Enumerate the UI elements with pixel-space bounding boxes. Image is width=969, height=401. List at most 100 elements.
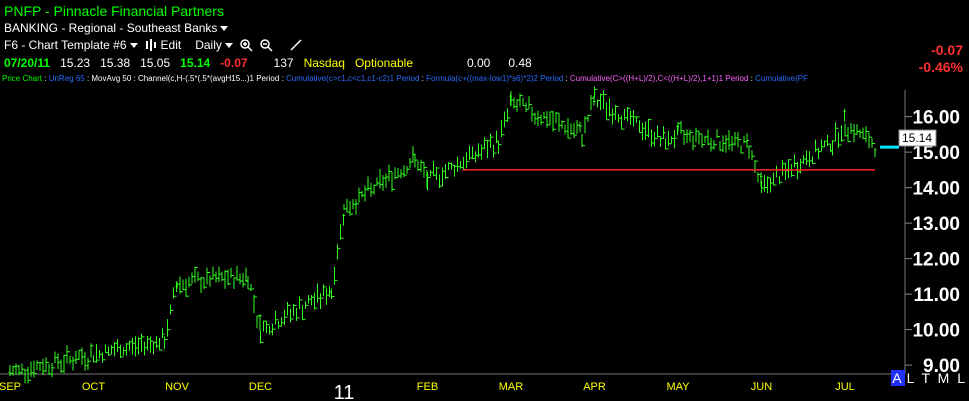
price-bar — [453, 164, 456, 177]
price-bar — [518, 93, 522, 107]
study-label[interactable]: Cumulative(PF — [755, 74, 808, 83]
price-bar — [790, 159, 793, 177]
timeframe-selector[interactable]: AL T M L — [891, 370, 967, 386]
price-bar — [249, 284, 253, 292]
price-bar — [659, 136, 662, 147]
price-bar — [593, 86, 596, 103]
price-bar — [811, 156, 814, 164]
quote-low: 15.05 — [140, 56, 171, 70]
price-bar — [545, 111, 549, 128]
price-bar — [238, 273, 242, 285]
price-bar — [605, 94, 608, 121]
zoom-out-icon[interactable] — [259, 38, 273, 52]
price-bar — [393, 167, 397, 190]
price-bar — [432, 160, 435, 177]
price-bar — [799, 158, 802, 174]
price-bar — [143, 336, 146, 356]
study-label[interactable]: Price Chart — [2, 74, 42, 83]
study-label[interactable]: UnReg 65 — [49, 74, 85, 83]
industry-selector[interactable]: BANKING - Regional - Southeast Banks — [4, 21, 229, 35]
price-bar — [533, 112, 537, 125]
price-bar — [759, 172, 763, 187]
quote-high: 15.38 — [100, 56, 131, 70]
period-selector[interactable]: Daily — [195, 38, 233, 52]
price-bar — [682, 130, 686, 145]
price-bar — [53, 351, 57, 369]
chevron-down-icon — [220, 26, 229, 32]
price-bar — [35, 360, 39, 375]
price-bar — [839, 125, 843, 146]
price-bar — [647, 118, 650, 138]
price-bar — [181, 279, 185, 293]
study-label[interactable]: Channel(c,H-(.5*(.5*(avgH15...)1 Period — [138, 74, 279, 83]
price-bar — [441, 167, 444, 187]
study-label[interactable]: MovAvg 50 — [91, 74, 131, 83]
y-axis: 16.0015.0014.0013.0012.0011.0010.009.00 — [905, 108, 960, 377]
price-bar — [638, 116, 641, 133]
price-bar — [175, 282, 179, 289]
price-bar — [113, 342, 116, 357]
price-bar — [399, 169, 403, 179]
price-bar — [703, 135, 707, 146]
price-bar — [214, 271, 218, 283]
price-bar — [775, 165, 778, 186]
studies-legend[interactable]: Price Chart : UnReg 65 : MovAvg 50 : Cha… — [2, 74, 967, 83]
study-label[interactable]: Cumulative(c>c1,c<c1,c1-c2)1 Period — [286, 74, 419, 83]
study-label[interactable]: Formula(c+((max-low1)*s6)*2)2 Period — [426, 74, 563, 83]
price-bar — [390, 170, 394, 192]
price-bar — [805, 150, 808, 165]
price-bar — [489, 133, 492, 148]
price-bar — [413, 153, 417, 168]
timeframe-rest[interactable]: L T M L — [907, 370, 967, 386]
quote-volume: 137 — [273, 56, 294, 70]
x-tick-label: DEC — [249, 381, 272, 393]
price-bar — [325, 286, 328, 305]
price-bar — [286, 301, 289, 318]
price-bar — [74, 350, 78, 364]
bars-icon — [145, 39, 156, 51]
price-bar — [676, 121, 680, 132]
price-bar — [119, 344, 122, 358]
price-bar — [146, 335, 149, 351]
price-bar — [307, 295, 310, 306]
price-bar — [50, 362, 54, 378]
quote-change: -0.07 — [220, 56, 248, 70]
price-bar — [870, 136, 874, 148]
price-bar — [521, 95, 525, 107]
price-bar — [168, 304, 172, 331]
price-bar — [178, 276, 182, 294]
price-bar — [858, 129, 862, 138]
industry-label: BANKING - Regional - Southeast Banks — [4, 21, 218, 35]
price-bar — [140, 333, 143, 353]
price-bar — [617, 105, 620, 123]
price-bar — [778, 169, 781, 185]
price-bar — [165, 319, 169, 341]
draw-line-icon[interactable] — [289, 38, 303, 52]
chart-title: PNFP - Pinnacle Financial Partners — [4, 3, 224, 19]
quote-optionable: Optionable — [354, 56, 413, 70]
price-bar — [712, 140, 716, 150]
x-tick-label: JUN — [751, 381, 772, 393]
template-selector[interactable]: F6 - Chart Template #6 — [4, 38, 138, 52]
edit-button[interactable]: Edit — [144, 38, 181, 52]
price-bar — [338, 224, 342, 250]
study-separator: : — [131, 74, 138, 83]
price-bar — [396, 168, 400, 179]
price-bar — [843, 110, 847, 137]
study-label[interactable]: Cumulative(C>((H+L)/2),C<((H+L)/2),1+1)1… — [570, 74, 749, 83]
price-bar — [187, 276, 191, 297]
price-bar — [718, 136, 722, 151]
price-bar — [56, 353, 60, 370]
zoom-in-icon[interactable] — [239, 38, 253, 52]
chevron-down-icon — [129, 43, 138, 49]
price-bar — [405, 166, 409, 176]
price-bar — [669, 136, 673, 145]
price-bar — [524, 102, 528, 113]
price-bar — [846, 127, 850, 143]
price-bar — [700, 133, 704, 148]
price-bar — [578, 121, 582, 133]
price-bar — [666, 131, 670, 150]
timeframe-a[interactable]: A — [891, 370, 905, 386]
price-bar — [772, 172, 775, 186]
price-bar — [363, 185, 367, 202]
